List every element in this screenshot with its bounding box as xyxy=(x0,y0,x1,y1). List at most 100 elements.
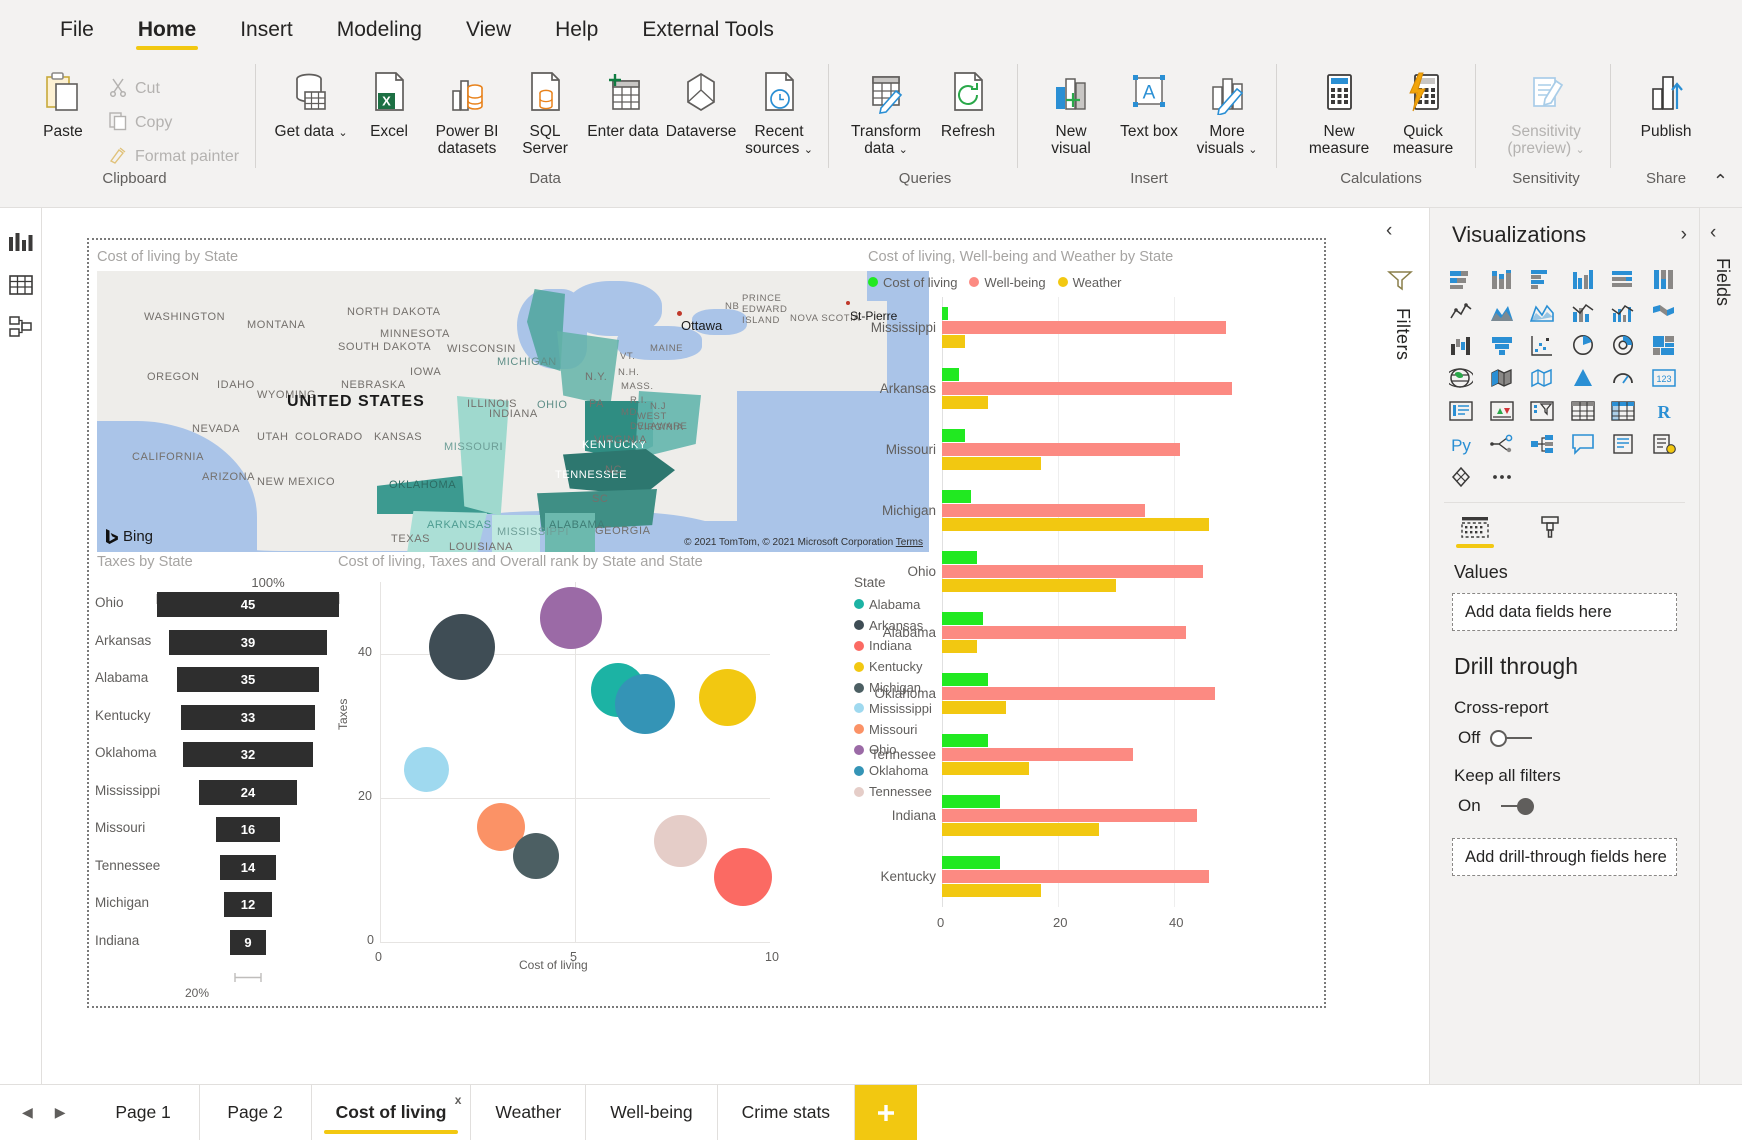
bar-segment[interactable] xyxy=(942,822,1099,836)
format-painter-button[interactable]: Format painter xyxy=(102,138,245,172)
bar-segment[interactable] xyxy=(942,855,1000,869)
bar-segment[interactable] xyxy=(942,517,1209,531)
model-view-icon[interactable] xyxy=(0,306,42,348)
pct-stacked-bar-icon[interactable] xyxy=(1606,264,1640,294)
chevron-right-icon[interactable]: ▶ xyxy=(55,1104,66,1121)
bar-segment[interactable] xyxy=(942,428,966,442)
stacked-column-chart-icon[interactable] xyxy=(1485,264,1519,294)
close-icon[interactable]: x xyxy=(455,1093,462,1107)
funnel-bar[interactable]: 14 xyxy=(219,854,277,880)
more-visuals-button[interactable]: More visuals ⌄ xyxy=(1188,62,1266,160)
report-page[interactable]: Cost of living by State WASHINGTON MONTA… xyxy=(87,238,1326,1008)
page-tab-page-1[interactable]: Page 1 xyxy=(87,1085,200,1140)
line-clustered-column-icon[interactable] xyxy=(1606,297,1640,327)
waterfall-chart-icon[interactable] xyxy=(1444,330,1478,360)
bar-segment[interactable] xyxy=(942,564,1203,578)
scatter-bubble[interactable] xyxy=(713,848,772,907)
ribbon-tab-view[interactable]: View xyxy=(444,19,533,54)
funnel-bar[interactable]: 39 xyxy=(169,629,327,655)
funnel-bar[interactable]: 32 xyxy=(183,742,313,767)
report-view-icon[interactable] xyxy=(0,222,42,264)
gauge-icon[interactable] xyxy=(1606,363,1640,393)
table-icon[interactable] xyxy=(1566,396,1600,426)
shape-map-icon[interactable] xyxy=(1525,363,1559,393)
excel-button[interactable]: X Excel xyxy=(350,62,428,142)
bar-segment[interactable] xyxy=(942,381,1232,395)
refresh-button[interactable]: Refresh xyxy=(929,62,1007,142)
donut-chart-icon[interactable] xyxy=(1606,330,1640,360)
map-visual[interactable]: Cost of living by State WASHINGTON MONTA… xyxy=(93,245,933,555)
chevron-left-icon[interactable]: ‹ xyxy=(1386,220,1392,242)
funnel-bar[interactable]: 9 xyxy=(229,929,267,955)
slicer-icon[interactable] xyxy=(1525,396,1559,426)
cross-report-toggle-row[interactable]: Off xyxy=(1430,718,1699,748)
copy-button[interactable]: Copy xyxy=(102,104,245,138)
cross-report-toggle[interactable] xyxy=(1490,729,1534,747)
bar-segment[interactable] xyxy=(942,733,989,747)
page-tab-cost-of-living[interactable]: Cost of living x xyxy=(311,1085,472,1140)
bar-segment[interactable] xyxy=(942,761,1029,775)
pct-stacked-column-icon[interactable] xyxy=(1647,264,1681,294)
dataverse-button[interactable]: Dataverse xyxy=(662,62,740,142)
bar-segment[interactable] xyxy=(942,611,983,625)
stacked-bar-chart-icon[interactable] xyxy=(1444,264,1478,294)
bar-segment[interactable] xyxy=(942,578,1116,592)
publish-button[interactable]: Publish xyxy=(1627,62,1705,142)
paginated-report-icon[interactable] xyxy=(1647,429,1681,459)
scatter-bubble[interactable] xyxy=(540,587,603,649)
key-influencers-icon[interactable] xyxy=(1485,429,1519,459)
page-tab-crime-stats[interactable]: Crime stats xyxy=(717,1085,856,1140)
chevron-left-icon[interactable]: ◀ xyxy=(22,1104,33,1121)
bar-segment[interactable] xyxy=(942,808,1198,822)
scatter-visual[interactable]: Cost of living, Taxes and Overall rank b… xyxy=(334,552,934,1007)
bar-segment[interactable] xyxy=(942,367,960,381)
bar-segment[interactable] xyxy=(942,883,1041,897)
bar-segment[interactable] xyxy=(942,747,1134,761)
scatter-bubble[interactable] xyxy=(404,746,450,792)
funnel-bar[interactable]: 24 xyxy=(199,779,297,805)
scatter-bubble[interactable] xyxy=(428,613,496,681)
sensitivity-button[interactable]: Sensitivity (preview) ⌄ xyxy=(1492,62,1600,160)
fields-tab[interactable] xyxy=(1456,515,1494,548)
line-stacked-column-icon[interactable] xyxy=(1566,297,1600,327)
scatter-chart-icon[interactable] xyxy=(1525,330,1559,360)
azure-map-icon[interactable] xyxy=(1566,363,1600,393)
funnel-bar[interactable]: 12 xyxy=(223,892,273,917)
smart-narrative-icon[interactable] xyxy=(1606,429,1640,459)
funnel-bar[interactable]: 35 xyxy=(177,667,319,692)
ribbon-tab-external-tools[interactable]: External Tools xyxy=(620,19,796,54)
bar-segment[interactable] xyxy=(942,794,1000,808)
stacked-area-chart-icon[interactable] xyxy=(1525,297,1559,327)
keep-all-filters-toggle[interactable] xyxy=(1491,797,1535,815)
data-view-icon[interactable] xyxy=(0,264,42,306)
bar-segment[interactable] xyxy=(942,320,1227,334)
text-box-button[interactable]: A Text box xyxy=(1110,62,1188,142)
funnel-chart-icon[interactable] xyxy=(1485,330,1519,360)
legend-item[interactable]: Well-being xyxy=(969,272,1046,293)
page-tab-well-being[interactable]: Well-being xyxy=(586,1085,718,1140)
values-drop-well[interactable]: Add data fields here xyxy=(1452,593,1677,631)
bar-segment[interactable] xyxy=(942,672,989,686)
new-measure-button[interactable]: New measure xyxy=(1297,62,1381,160)
r-script-visual-icon[interactable]: R xyxy=(1647,396,1681,426)
line-chart-icon[interactable] xyxy=(1444,297,1478,327)
cut-button[interactable]: Cut xyxy=(102,70,245,104)
fields-pane-collapsed[interactable]: ‹ Fields xyxy=(1700,208,1742,1084)
filled-map-icon[interactable] xyxy=(1485,363,1519,393)
bar-segment[interactable] xyxy=(942,503,1145,517)
bing-map[interactable]: WASHINGTON MONTANA NORTH DAKOTA MINNESOT… xyxy=(97,271,929,552)
ribbon-chart-icon[interactable] xyxy=(1647,297,1681,327)
chevron-left-icon[interactable]: ‹ xyxy=(1710,222,1716,244)
bar-segment[interactable] xyxy=(942,869,1209,883)
bar-segment[interactable] xyxy=(942,639,977,653)
scatter-bubble[interactable] xyxy=(654,814,707,868)
multi-row-card-icon[interactable] xyxy=(1444,396,1478,426)
keep-all-filters-toggle-row[interactable]: On xyxy=(1430,786,1699,816)
sql-server-button[interactable]: SQL Server xyxy=(506,62,584,160)
bar-segment[interactable] xyxy=(942,306,948,320)
chevron-right-icon[interactable]: › xyxy=(1681,224,1687,246)
qna-icon[interactable] xyxy=(1566,429,1600,459)
ribbon-tab-file[interactable]: File xyxy=(38,19,116,54)
bar-visual[interactable]: Cost of living, Well-being and Weather b… xyxy=(864,245,1324,1005)
clustered-bar-chart-icon[interactable] xyxy=(1525,264,1559,294)
